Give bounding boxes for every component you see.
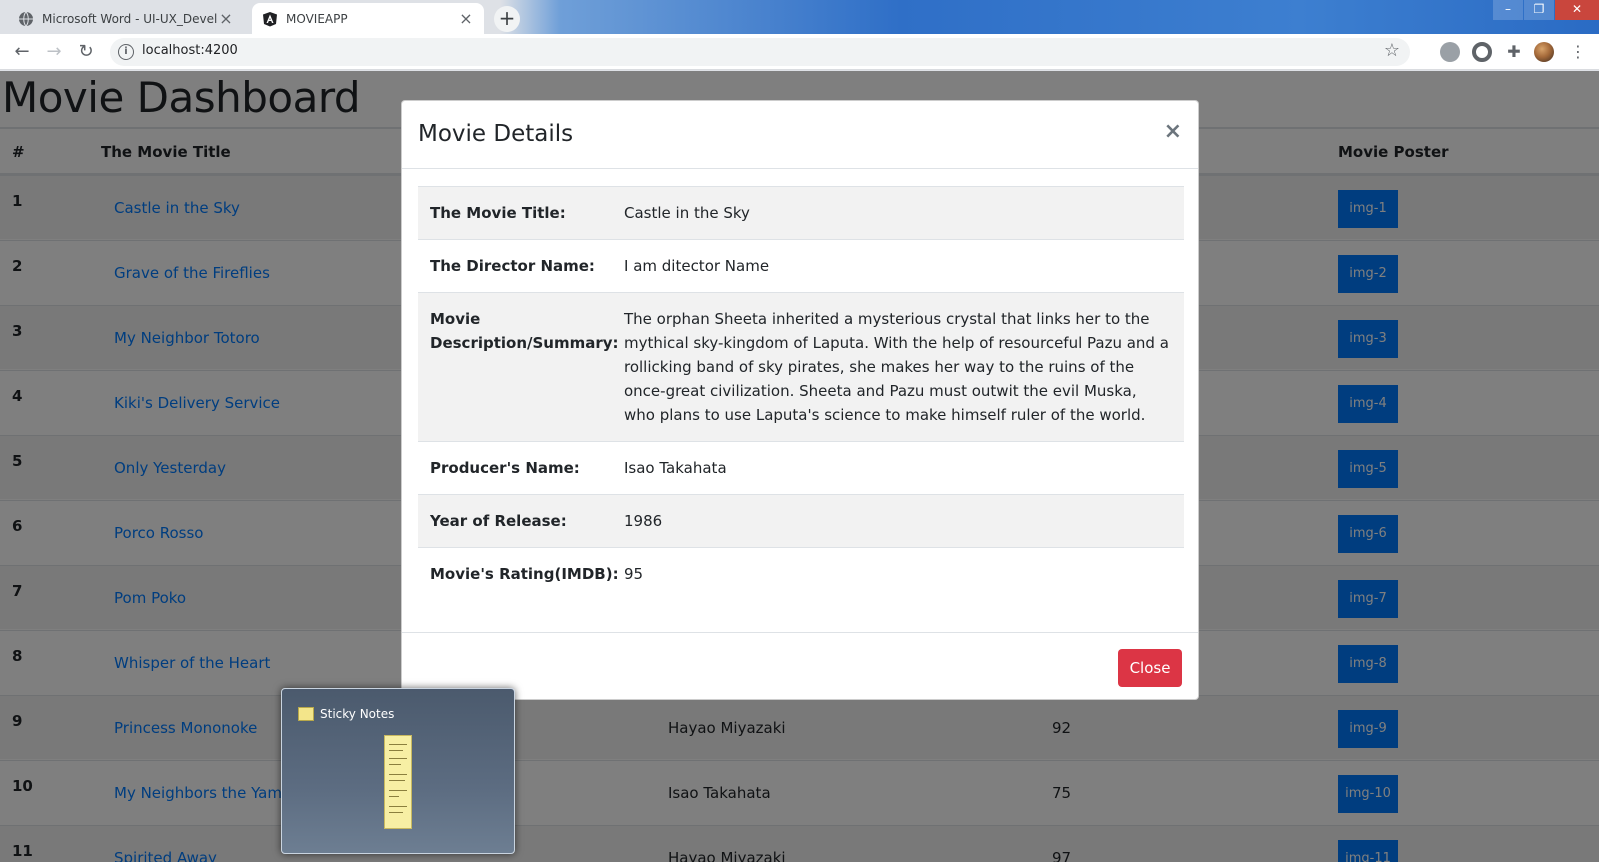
detail-row-director: The Director Name: I am ditector Name bbox=[418, 240, 1184, 293]
globe-icon bbox=[19, 11, 33, 26]
tab-title: Microsoft Word - UI-UX_Develop bbox=[42, 11, 218, 26]
detail-label: The Director Name: bbox=[430, 257, 595, 275]
angular-icon bbox=[263, 11, 277, 26]
detail-value: Castle in the Sky bbox=[624, 204, 750, 222]
sticky-notes-icon bbox=[298, 707, 314, 721]
detail-row-title: The Movie Title: Castle in the Sky bbox=[418, 187, 1184, 240]
extension-shield-icon[interactable] bbox=[1440, 42, 1460, 62]
detail-value: The orphan Sheeta inherited a mysterious… bbox=[624, 310, 1169, 424]
reload-icon[interactable]: ↻ bbox=[74, 40, 98, 64]
close-icon[interactable]: × bbox=[1164, 119, 1182, 144]
new-tab-button[interactable]: + bbox=[494, 6, 520, 32]
bookmark-star-icon[interactable]: ☆ bbox=[1384, 40, 1400, 61]
detail-label: Producer's Name: bbox=[430, 459, 580, 477]
extension-circle-icon[interactable] bbox=[1472, 42, 1492, 62]
sticky-note-thumbnail bbox=[384, 735, 412, 829]
detail-label: Year of Release: bbox=[430, 512, 567, 530]
detail-row-year: Year of Release: 1986 bbox=[418, 495, 1184, 548]
site-info-icon[interactable]: i bbox=[118, 44, 134, 60]
browser-tab-word[interactable]: Microsoft Word - UI-UX_Develop × bbox=[8, 3, 244, 34]
detail-value: 1986 bbox=[624, 512, 663, 530]
modal-footer: Close bbox=[402, 632, 1198, 701]
detail-label: Movie's Rating(IMDB): bbox=[430, 565, 619, 583]
tab-title: MOVIEAPP bbox=[286, 11, 348, 26]
browser-tab-movieapp[interactable]: MOVIEAPP × bbox=[252, 3, 484, 34]
detail-row-description: Movie Description/Summary: The orphan Sh… bbox=[418, 293, 1184, 442]
detail-row-rating: Movie's Rating(IMDB): 95 bbox=[418, 548, 1184, 600]
detail-row-producer: Producer's Name: Isao Takahata bbox=[418, 442, 1184, 495]
tab-close-icon[interactable]: × bbox=[458, 9, 474, 28]
movie-details-modal: Movie Details × The Movie Title: Castle … bbox=[401, 100, 1199, 700]
detail-label: The Movie Title: bbox=[430, 204, 566, 222]
browser-menu-icon[interactable]: ⋮ bbox=[1568, 42, 1588, 62]
modal-header: Movie Details × bbox=[402, 101, 1198, 169]
detail-value: Isao Takahata bbox=[624, 459, 727, 477]
extensions-puzzle-icon[interactable]: ✚ bbox=[1504, 42, 1524, 62]
window-close-button[interactable]: ✕ bbox=[1555, 0, 1599, 20]
sticky-notes-title: Sticky Notes bbox=[320, 707, 395, 721]
details-table: The Movie Title: Castle in the Sky The D… bbox=[418, 186, 1184, 600]
forward-arrow-icon[interactable]: → bbox=[42, 40, 66, 64]
detail-value: 95 bbox=[624, 565, 644, 583]
sticky-notes-preview[interactable]: Sticky Notes bbox=[281, 688, 515, 854]
detail-value: I am ditector Name bbox=[624, 257, 770, 275]
url-text[interactable]: localhost:4200 bbox=[142, 43, 238, 58]
modal-title: Movie Details bbox=[418, 121, 574, 147]
close-button[interactable]: Close bbox=[1118, 649, 1182, 687]
window-minimize-button[interactable]: – bbox=[1493, 0, 1523, 20]
browser-toolbar: ← → ↻ i localhost:4200 ☆ ✚ ⋮ bbox=[0, 34, 1599, 70]
profile-avatar[interactable] bbox=[1534, 42, 1554, 62]
address-bar[interactable]: i localhost:4200 ☆ bbox=[110, 38, 1410, 66]
back-arrow-icon[interactable]: ← bbox=[10, 40, 34, 64]
tab-close-icon[interactable]: × bbox=[218, 9, 234, 28]
window-restore-button[interactable]: ❐ bbox=[1524, 0, 1554, 20]
browser-tabstrip: Microsoft Word - UI-UX_Develop × MOVIEAP… bbox=[0, 0, 1599, 34]
detail-label: Movie Description/Summary: bbox=[430, 310, 619, 352]
